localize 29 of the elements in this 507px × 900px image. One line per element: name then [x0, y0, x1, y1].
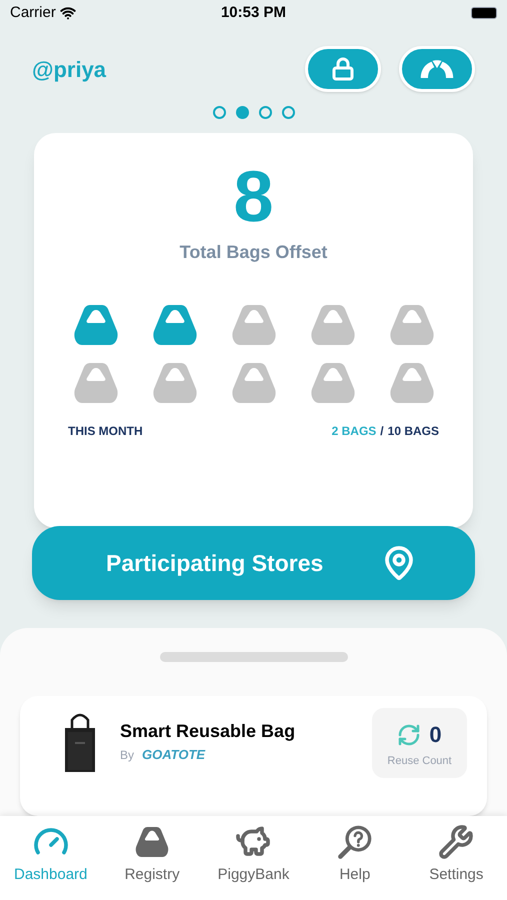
bag-icon: [134, 824, 170, 860]
refresh-icon: [397, 722, 422, 746]
by-label: By: [120, 746, 134, 764]
reuse-count: 0: [429, 721, 442, 749]
lock-button[interactable]: [305, 46, 381, 92]
bags-limit: 10 BAGS: [388, 423, 439, 440]
wifi-icon: [60, 5, 76, 22]
tab-bar-item[interactable]: Registry: [101, 824, 203, 900]
product-card[interactable]: Smart Reusable Bag By GOATOTE 0 Reuse Count: [20, 696, 487, 816]
battery-icon: [470, 7, 497, 20]
product-name: Smart Reusable Bag: [120, 720, 296, 743]
tab-bar-item[interactable]: Help: [304, 824, 406, 900]
help-magnifier-icon: [336, 824, 373, 860]
wrench-icon: [438, 824, 474, 860]
brand-logo: GOATOTE: [142, 746, 206, 764]
reuse-count-label: Reuse Count: [387, 754, 452, 769]
total-bags-label: Total Bags Offset: [180, 241, 328, 264]
carrier-label: Carrier: [10, 2, 56, 23]
tab-bar-item[interactable]: PiggyBank: [202, 824, 304, 900]
clock-time: 10:53 PM: [220, 2, 286, 23]
username: @priya: [32, 56, 106, 84]
total-bags-count: 8: [233, 157, 274, 238]
bags-separator: /: [380, 423, 384, 440]
sheet-handle[interactable]: [160, 652, 348, 662]
lock-icon: [331, 57, 355, 82]
tab-bar-item[interactable]: Settings: [406, 824, 507, 900]
bags-used: 2 BAGS: [332, 423, 376, 440]
period-label: THIS MONTH: [68, 423, 143, 440]
arch-button[interactable]: [399, 46, 475, 92]
